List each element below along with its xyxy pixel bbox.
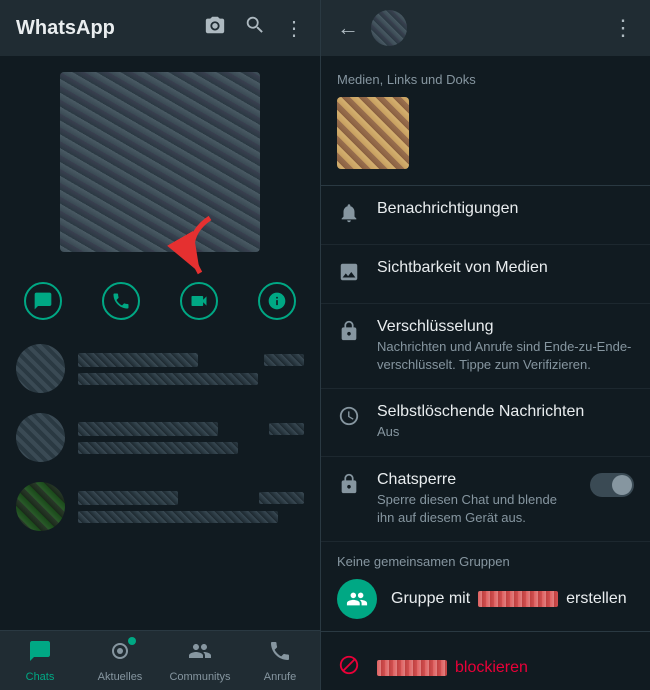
menu-notifications[interactable]: Benachrichtigungen	[321, 186, 650, 245]
app-title: WhatsApp	[16, 17, 115, 40]
group-create-icon	[337, 579, 377, 619]
nav-aktuelles[interactable]: Aktuelles	[80, 633, 160, 689]
chat-content	[78, 422, 304, 454]
video-button[interactable]	[180, 282, 218, 320]
menu-media-visibility[interactable]: Sichtbarkeit von Medien	[321, 245, 650, 304]
back-button[interactable]: ←	[337, 15, 359, 41]
avatar	[16, 413, 65, 462]
nav-communitys[interactable]: Communitys	[160, 633, 240, 689]
aktuelles-dot	[128, 637, 136, 645]
left-panel: WhatsApp ⋮	[0, 0, 320, 690]
header-icons: ⋮	[204, 14, 304, 42]
chatlock-text: Chatsperre Sperre diesen Chat und blende…	[377, 471, 574, 527]
toggle-thumb	[612, 475, 632, 495]
avatar	[16, 482, 65, 531]
image-icon	[337, 261, 361, 289]
anrufe-label: Anrufe	[264, 671, 296, 683]
chatlock-subtitle: Sperre diesen Chat und blende ihn auf di…	[377, 491, 574, 527]
info-button[interactable]	[258, 282, 296, 320]
chat-item[interactable]	[0, 334, 320, 403]
disappearing-subtitle: Aus	[377, 423, 634, 441]
chat-time	[259, 492, 304, 504]
right-header: ← ⋮	[321, 0, 650, 56]
message-icon	[24, 282, 62, 320]
group-erstellen-label: erstellen	[566, 590, 626, 608]
video-icon	[180, 282, 218, 320]
chat-name	[78, 353, 198, 367]
chat-preview	[78, 511, 278, 523]
chat-time	[264, 354, 304, 366]
call-icon	[102, 282, 140, 320]
chat-preview	[78, 442, 238, 454]
media-thumbnail[interactable]	[337, 97, 409, 169]
media-visibility-text: Sichtbarkeit von Medien	[377, 259, 634, 277]
info-icon	[258, 282, 296, 320]
menu-disappearing[interactable]: Selbstlöschende Nachrichten Aus	[321, 389, 650, 456]
create-group-row[interactable]: Gruppe mit erstellen	[337, 579, 634, 619]
block-icon	[337, 654, 361, 682]
encryption-text: Verschlüsselung Nachrichten und Anrufe s…	[377, 318, 634, 374]
chat-preview	[78, 373, 258, 385]
left-header: WhatsApp ⋮	[0, 0, 320, 56]
communitys-icon	[188, 639, 212, 669]
chatlock-title: Chatsperre	[377, 471, 574, 489]
chat-name	[78, 422, 218, 436]
media-section: Medien, Links und Doks	[321, 56, 650, 186]
message-button[interactable]	[24, 282, 62, 320]
chat-item[interactable]	[0, 403, 320, 472]
camera-icon[interactable]	[204, 14, 226, 42]
more-options-button[interactable]: ⋮	[612, 15, 634, 41]
search-icon[interactable]	[244, 14, 266, 42]
chatlock-toggle[interactable]	[590, 473, 634, 497]
encryption-subtitle: Nachrichten und Anrufe sind Ende-zu-Ende…	[377, 338, 634, 374]
encryption-title: Verschlüsselung	[377, 318, 634, 336]
bell-icon	[337, 202, 361, 230]
chat-time	[269, 423, 304, 435]
chat-list	[0, 334, 320, 630]
group-text: Gruppe mit erstellen	[391, 590, 627, 608]
nav-chats[interactable]: Chats	[0, 633, 80, 689]
chats-icon	[28, 639, 52, 669]
notifications-title: Benachrichtigungen	[377, 200, 634, 218]
menu-chatlock[interactable]: Chatsperre Sperre diesen Chat und blende…	[321, 457, 650, 542]
block-label: blockieren	[455, 659, 528, 677]
call-button[interactable]	[102, 282, 140, 320]
more-icon[interactable]: ⋮	[284, 16, 304, 41]
action-buttons-row	[0, 268, 320, 334]
profile-image	[60, 72, 260, 252]
nav-anrufe[interactable]: Anrufe	[240, 633, 320, 689]
notifications-text: Benachrichtigungen	[377, 200, 634, 218]
contact-avatar	[371, 10, 407, 46]
block-text-row: blockieren	[377, 659, 528, 677]
timer-icon	[337, 405, 361, 433]
chat-content	[78, 353, 304, 385]
chatlock-icon	[337, 473, 361, 501]
disappearing-text: Selbstlöschende Nachrichten Aus	[377, 403, 634, 441]
right-content: Medien, Links und Doks Benachrichtigunge…	[321, 56, 650, 690]
aktuelles-label: Aktuelles	[98, 671, 143, 683]
lock-icon	[337, 320, 361, 348]
media-label: Medien, Links und Doks	[337, 72, 634, 87]
disappearing-title: Selbstlöschende Nachrichten	[377, 403, 634, 421]
anrufe-icon	[268, 639, 292, 669]
groups-label: Keine gemeinsamen Gruppen	[337, 554, 634, 569]
groups-section: Keine gemeinsamen Gruppen Gruppe mit ers…	[321, 542, 650, 632]
bottom-nav: Chats Aktuelles Communitys	[0, 630, 320, 690]
chats-label: Chats	[26, 671, 55, 683]
chat-name	[78, 491, 178, 505]
right-panel: ← ⋮ Medien, Links und Doks Benachrichtig…	[320, 0, 650, 690]
action-section: blockieren melden	[321, 632, 650, 690]
communitys-label: Communitys	[169, 671, 230, 683]
avatar	[16, 344, 65, 393]
group-with-label: Gruppe mit	[391, 590, 470, 608]
chat-item[interactable]	[0, 472, 320, 541]
profile-section	[0, 56, 320, 268]
media-visibility-title: Sichtbarkeit von Medien	[377, 259, 634, 277]
block-item[interactable]: blockieren	[321, 640, 650, 690]
menu-encryption[interactable]: Verschlüsselung Nachrichten und Anrufe s…	[321, 304, 650, 389]
block-name-blurred	[377, 660, 447, 676]
group-name-blurred	[478, 591, 558, 607]
chat-content	[78, 491, 304, 523]
